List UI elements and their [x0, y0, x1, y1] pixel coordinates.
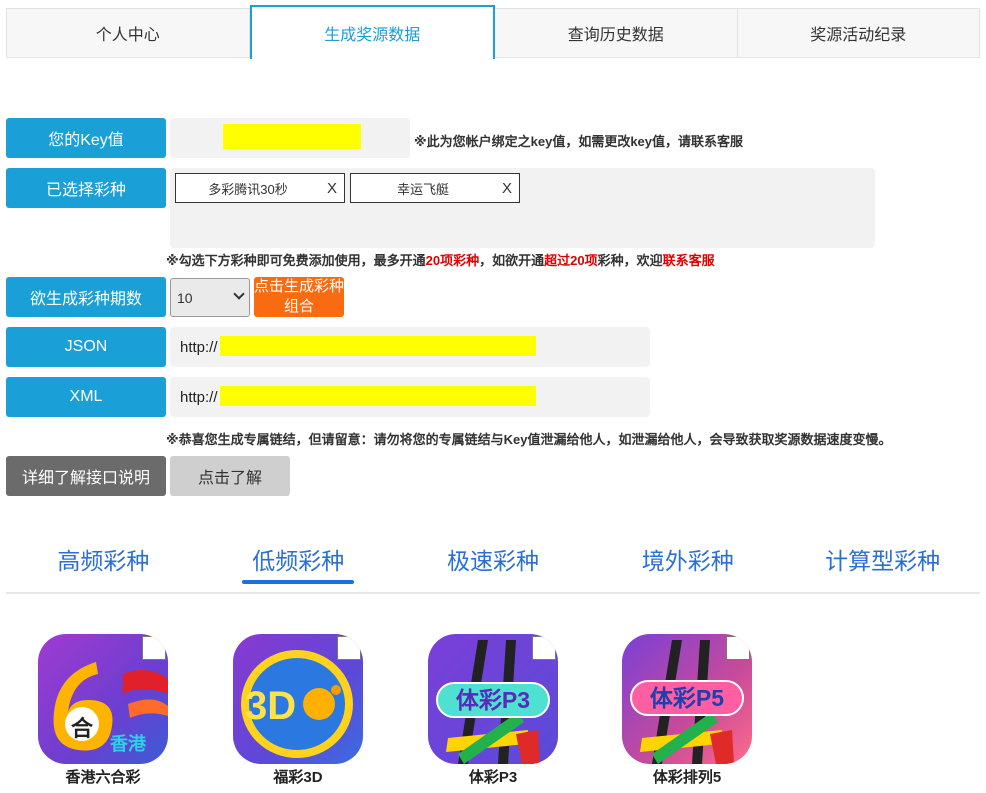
chip-label: 多彩腾讯30秒 — [208, 181, 288, 197]
periods-select[interactable]: 10 — [170, 278, 250, 317]
lottery-item[interactable]: 体彩P5 体彩排列5 — [622, 634, 752, 787]
lottery-item[interactable]: 3D 福彩3D — [233, 634, 363, 787]
json-label: JSON — [6, 327, 166, 367]
category-tab-bar: 高频彩种 低频彩种 极速彩种 境外彩种 计算型彩种 — [6, 530, 980, 594]
lottery-name: 福彩3D — [273, 769, 323, 786]
contact-support-link[interactable]: 联系客服 — [663, 253, 715, 268]
note-highlight: 超过20项 — [544, 253, 598, 268]
tile-badge: 体彩P5 — [630, 680, 744, 716]
lottery-name: 体彩P3 — [468, 769, 518, 786]
lottery-name: 体彩排列5 — [652, 769, 722, 786]
xml-url-prefix: http:// — [180, 389, 218, 406]
json-url-prefix: http:// — [180, 339, 218, 356]
remove-chip-button[interactable]: X — [320, 180, 344, 197]
key-value-field — [170, 118, 410, 158]
periods-label: 欲生成彩种期数 — [6, 277, 166, 317]
periods-value: 10 — [177, 289, 193, 306]
key-note: ※此为您帐户绑定之key值，如需更改key值，请联系客服 — [414, 134, 744, 149]
lottery-item[interactable]: 合 香港 香港六合彩 — [38, 634, 168, 787]
welfare-3d-icon: 3D — [233, 634, 363, 764]
key-label: 您的Key值 — [6, 118, 166, 158]
tile-badge: 体彩P3 — [436, 682, 550, 718]
xml-url-redacted — [220, 386, 536, 406]
note-text: ，如欲开通 — [479, 253, 545, 268]
note-text: 彩种，欢迎 — [597, 253, 663, 268]
select-note: ※勾选下方彩种即可免费添加使用，最多开通20项彩种，如欲开通超过20项彩种，欢迎… — [166, 250, 715, 269]
selected-chip: 多彩腾讯30秒 X — [175, 173, 345, 203]
lottery-checkbox[interactable] — [337, 636, 361, 660]
tab-activity-log[interactable]: 奖源活动纪录 — [738, 9, 980, 57]
tab-low-frequency[interactable]: 低频彩种 — [201, 530, 396, 592]
note-highlight: 20项彩种 — [425, 253, 480, 268]
tab-history-query[interactable]: 查询历史数据 — [495, 9, 738, 57]
lottery-name: 香港六合彩 — [65, 769, 141, 786]
tab-personal-center[interactable]: 个人中心 — [7, 9, 250, 57]
api-docs-button[interactable]: 详细了解接口说明 — [6, 456, 166, 496]
tab-overseas[interactable]: 境外彩种 — [590, 530, 785, 592]
lottery-item[interactable]: 体彩P3 体彩P3 — [428, 634, 558, 787]
tile-badge: 合 — [71, 716, 94, 741]
chip-label: 幸运飞艇 — [396, 181, 449, 197]
sports-p3-icon: 体彩P3 — [428, 634, 558, 764]
learn-more-button[interactable]: 点击了解 — [170, 456, 290, 496]
tab-generate-data[interactable]: 生成奖源数据 — [249, 5, 495, 59]
tab-speed[interactable]: 极速彩种 — [396, 530, 591, 592]
top-tab-bar: 个人中心 生成奖源数据 查询历史数据 奖源活动纪录 — [6, 5, 980, 59]
tile-badge: 香港 — [110, 734, 146, 754]
lottery-checkbox[interactable] — [142, 636, 166, 660]
remove-chip-button[interactable]: X — [495, 180, 519, 197]
selected-label: 已选择彩种 — [6, 168, 166, 208]
selected-chip: 幸运飞艇 X — [350, 173, 520, 203]
json-url-field[interactable]: http:// — [170, 327, 650, 367]
tab-computed[interactable]: 计算型彩种 — [785, 530, 980, 592]
generate-button[interactable]: 点击生成彩种组合 — [254, 277, 344, 317]
chevron-down-icon — [233, 288, 245, 300]
lottery-checkbox[interactable] — [532, 636, 556, 660]
tab-high-frequency[interactable]: 高频彩种 — [6, 530, 201, 592]
xml-label: XML — [6, 377, 166, 417]
json-url-redacted — [220, 336, 536, 356]
key-value-redacted — [223, 124, 361, 149]
note-text: ※勾选下方彩种即可免费添加使用，最多开通 — [166, 253, 426, 268]
xml-url-field[interactable]: http:// — [170, 377, 650, 417]
lottery-checkbox[interactable] — [726, 636, 750, 660]
sports-p5-icon: 体彩P5 — [622, 634, 752, 764]
tile-badge: 3D — [245, 684, 297, 728]
link-note: ※恭喜您生成专属链结，但请留意：请勿将您的专属链结与Key值泄漏给他人，如泄漏给… — [166, 432, 892, 447]
hk-mark-six-icon: 合 香港 — [38, 634, 168, 764]
